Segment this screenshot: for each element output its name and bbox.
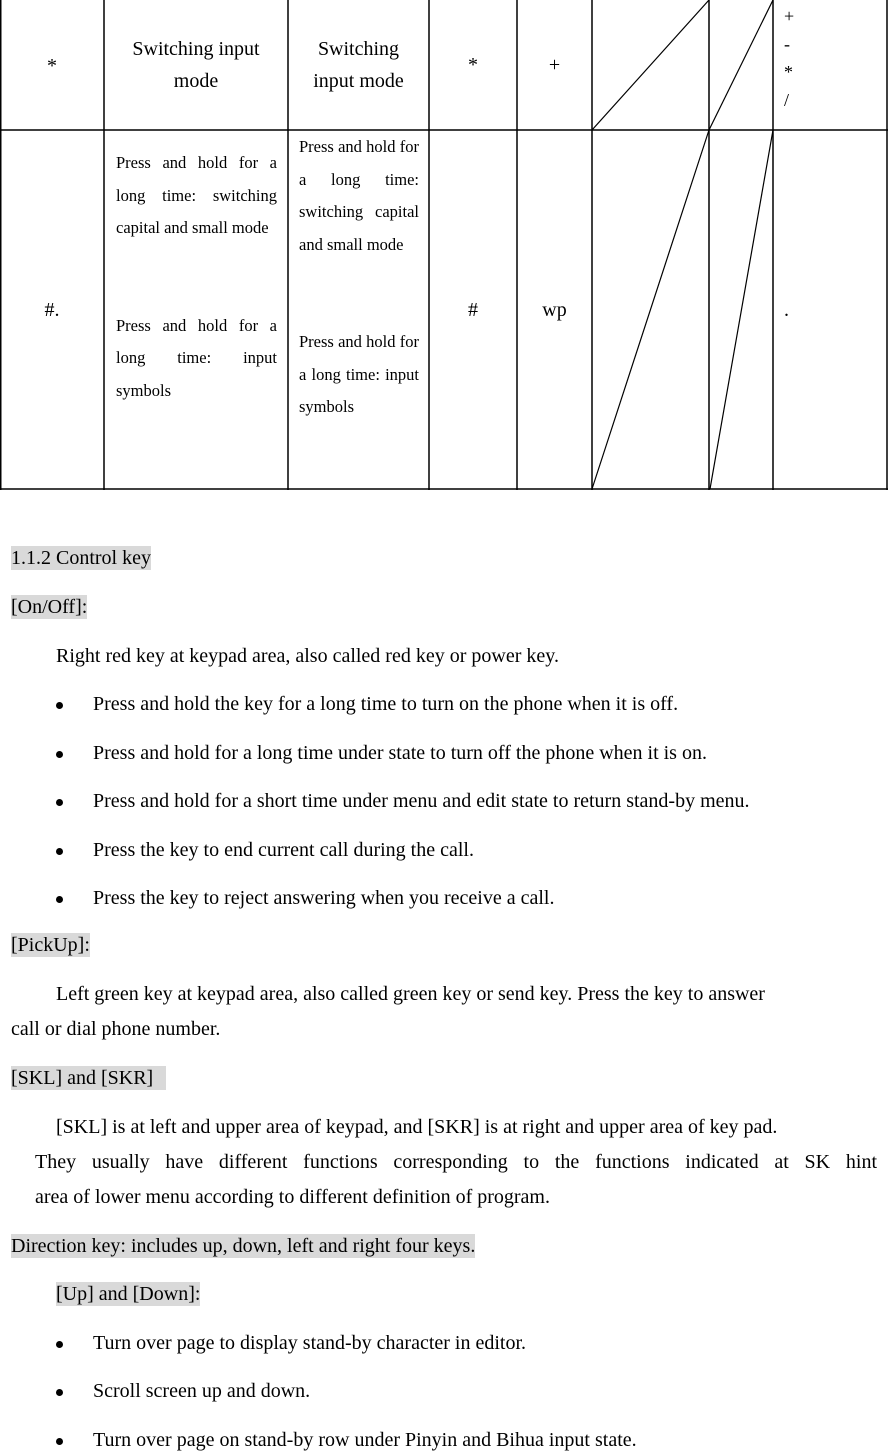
diagonal-slash [709,129,774,490]
cell-text: #. [44,299,60,321]
cell-text: * [784,62,793,82]
cell-text: + [784,6,795,26]
onoff-description: Right red key at keypad area, also calle… [56,645,559,667]
table-cell: Switching input mode [288,0,429,130]
up-down-label: [Up] and [Down]: [56,1282,201,1306]
table-cell: Switching input mode [104,0,288,130]
cell-text: Press and hold for a long time: switchin… [116,153,277,237]
bullet-icon [56,1438,63,1445]
cell-text: Switching input [132,38,260,60]
pickup-label: [PickUp]: [11,933,90,957]
list-item-text: Press the key to reject answering when y… [93,887,555,909]
table-cell: Press and hold for a long time: switchin… [116,130,277,490]
table-cell-operators: + - * / [773,0,887,130]
skl-skr-description-line1: [SKL] is at left and upper area of keypa… [56,1116,778,1138]
cell-text: Switching [317,38,400,60]
list-item-text: Scroll screen up and down. [93,1380,311,1402]
table-cell: Press and hold for a long time: switchin… [299,130,419,490]
cell-text: Press and hold for a long time: input sy… [116,315,277,400]
list-item-text: Press and hold the key for a long time t… [93,693,679,715]
cell-text: wp [542,299,567,321]
list-item-text: Turn over page on stand-by row under Pin… [93,1429,637,1451]
cell-text: * [468,54,478,76]
table-cell: + [517,0,592,130]
bullet-icon [56,1341,63,1348]
list-item-text: Press the key to end current call during… [93,839,474,861]
cell-text: . [784,299,789,321]
pickup-description-line2: call or dial phone number. [11,1018,221,1040]
cell-text: + [548,54,561,76]
diagonal-slash [708,0,774,131]
section-heading: 1.1.2 Control key [11,546,151,570]
pickup-description-line1: Left green key at keypad area, also call… [56,983,765,1005]
table-cell: wp [517,130,592,490]
list-item-text: Press and hold for a short time under me… [93,790,750,812]
cell-text: / [784,90,790,110]
bullet-icon [56,751,63,758]
cell-text: input mode [313,70,404,92]
bullet-icon [56,848,63,855]
skl-skr-description-line3: area of lower menu according to differen… [35,1186,550,1208]
table-cell: * [429,0,517,130]
cell-text: - [784,34,790,54]
bullet-icon [56,896,63,903]
table-cell: # [429,130,517,490]
skl-skr-label: [SKL] and [SKR] [11,1066,167,1090]
diagonal-slash [591,129,710,490]
direction-key-label: Direction key: includes up, down, left a… [11,1234,476,1258]
table-cell-key: * [0,0,104,130]
skl-skr-description-line2: They usually have different functions co… [35,1151,877,1173]
cell-text: Press and hold for a long time: switchin… [299,137,419,254]
bullet-icon [56,799,63,806]
list-item-text: Press and hold for a long time under sta… [93,742,707,764]
table-cell-key: #. [0,130,104,490]
cell-text: mode [173,70,219,92]
bullet-icon [56,702,63,709]
list-item-text: Turn over page to display stand-by chara… [93,1332,527,1354]
onoff-label: [On/Off]: [11,595,88,619]
bullet-icon [56,1389,63,1396]
cell-text: * [47,55,57,77]
table-cell: . [773,130,887,490]
key-function-table: * Switching input mode Switching input m… [0,0,888,490]
cell-text: Press and hold for a long time: input sy… [299,332,419,416]
diagonal-slash [591,0,710,131]
cell-text: # [468,299,478,321]
